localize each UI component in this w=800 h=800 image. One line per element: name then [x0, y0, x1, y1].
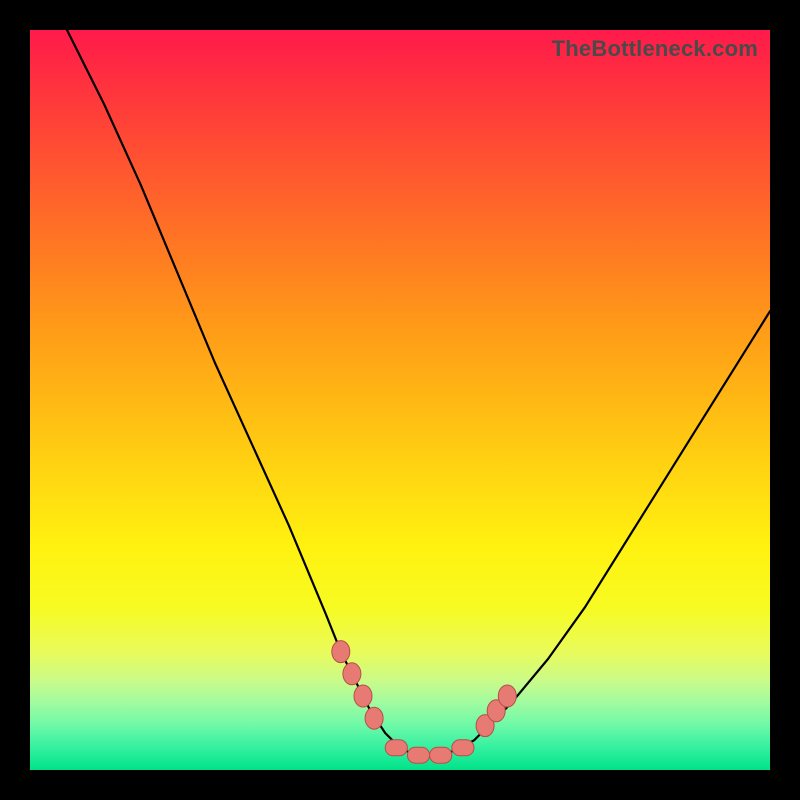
chart-frame: TheBottleneck.com: [0, 0, 800, 800]
trough-marker-dot: [354, 685, 372, 707]
trough-marker-dot: [332, 641, 350, 663]
trough-marker-dot: [343, 663, 361, 685]
highlight-trough: [332, 641, 517, 764]
trough-marker-pill: [385, 740, 407, 756]
trough-marker-dot: [365, 707, 383, 729]
plot-area: TheBottleneck.com: [30, 30, 770, 770]
trough-marker-pill: [407, 747, 429, 763]
trough-marker-pill: [430, 747, 452, 763]
trough-marker-pill: [452, 740, 474, 756]
chart-svg: [30, 30, 770, 770]
trough-marker-dot: [498, 685, 516, 707]
bottleneck-curve: [67, 30, 770, 755]
